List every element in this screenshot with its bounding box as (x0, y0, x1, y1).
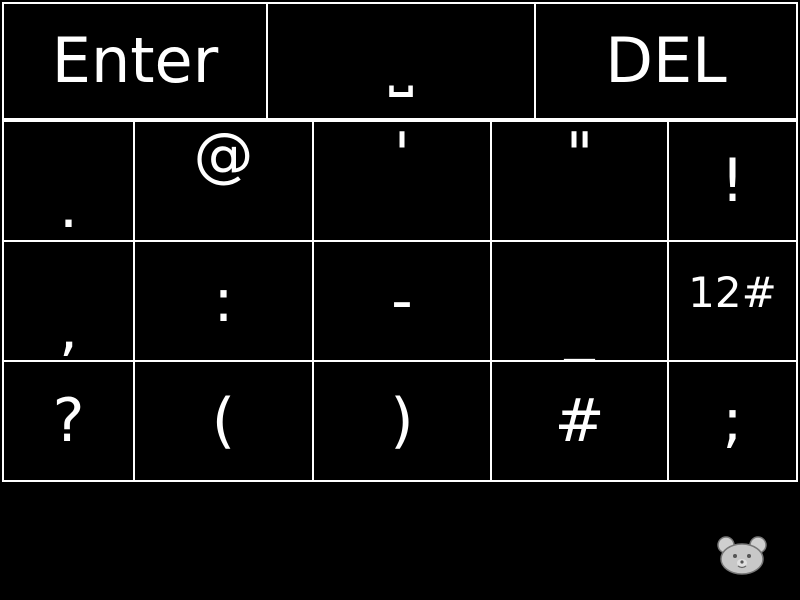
numeric-mode-key[interactable]: 12# (667, 240, 798, 362)
enter-key[interactable]: Enter (2, 2, 268, 120)
space-key[interactable]: ⎵ (266, 2, 536, 120)
underscore-key[interactable]: _ (490, 240, 669, 362)
hyphen-key[interactable]: - (312, 240, 492, 362)
period-key-label: . (58, 172, 79, 242)
keyboard-row-1: . @ ' " ! (0, 120, 800, 242)
right-parenthesis-key-label: ) (390, 386, 414, 456)
underscore-key-label: _ (564, 294, 595, 364)
keyboard-top-row: Enter ⎵ DEL (0, 0, 800, 122)
delete-key-label: DEL (605, 24, 727, 97)
colon-key-label: : (213, 266, 234, 336)
on-screen-keyboard: Enter ⎵ DEL . @ ' " ! , : - _ 12# ? () … (0, 0, 800, 482)
space-bar-icon: ⎵ (388, 24, 414, 97)
period-key[interactable]: . (2, 120, 135, 242)
question-mark-key-label: ? (52, 386, 85, 456)
hyphen-key-label: - (391, 266, 413, 336)
comma-key[interactable]: , (2, 240, 135, 362)
apostrophe-key-label: ' (393, 120, 411, 190)
hash-key[interactable]: # (490, 360, 669, 482)
at-sign-key[interactable]: @ (133, 120, 314, 242)
comma-key-label: , (58, 294, 79, 364)
exclamation-key-label: ! (720, 146, 745, 216)
bear-icon (717, 536, 767, 575)
double-quote-key-label: " (565, 120, 594, 190)
keyboard-row-3: ? ( ) # ; (0, 360, 800, 482)
keyboard-row-2: , : - _ 12# (0, 240, 800, 362)
hash-key-label: # (554, 386, 605, 456)
apostrophe-key[interactable]: ' (312, 120, 492, 242)
left-parenthesis-key[interactable]: ( (133, 360, 314, 482)
colon-key[interactable]: : (133, 240, 314, 362)
delete-key[interactable]: DEL (534, 2, 798, 120)
right-parenthesis-key[interactable]: ) (312, 360, 492, 482)
question-mark-key[interactable]: ? (2, 360, 135, 482)
numeric-mode-key-label: 12# (688, 268, 777, 317)
double-quote-key[interactable]: " (490, 120, 669, 242)
enter-key-label: Enter (51, 24, 219, 97)
at-sign-key-label: @ (193, 120, 254, 190)
left-parenthesis-key-label: ( (211, 386, 236, 456)
semicolon-key-label: ; (722, 386, 743, 456)
exclamation-key[interactable]: ! (667, 120, 798, 242)
semicolon-key[interactable]: ; (667, 360, 798, 482)
